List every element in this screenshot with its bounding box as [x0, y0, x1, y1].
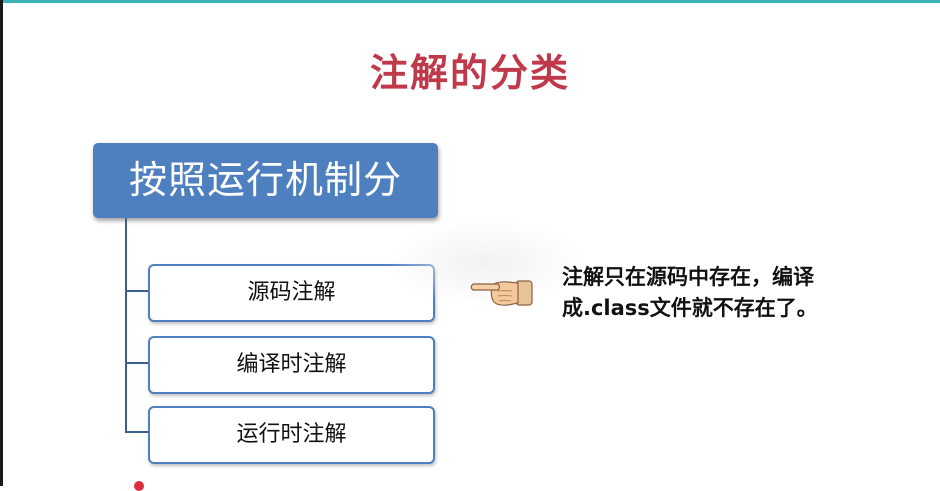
- root-node: 按照运行机制分: [93, 143, 438, 218]
- annotation-text: 注解只在源码中存在，编译成.class文件就不存在了。: [562, 265, 818, 320]
- child-node-compile: 编译时注解: [148, 336, 435, 394]
- pointing-hand-icon: [470, 280, 533, 306]
- top-border: [0, 0, 940, 3]
- slide-title: 注解的分类: [369, 51, 570, 95]
- tree-connector-vertical: [125, 218, 127, 432]
- tree-connector-branch-1: [125, 290, 148, 292]
- child-node-label: 编译时注解: [236, 352, 347, 377]
- child-node-label: 运行时注解: [236, 422, 347, 447]
- child-node-label: 源码注解: [247, 280, 336, 305]
- child-node-runtime: 运行时注解: [148, 406, 435, 464]
- tree-connector-branch-3: [125, 431, 148, 433]
- root-node-label: 按照运行机制分: [128, 158, 402, 202]
- bullet-marker: [134, 481, 144, 491]
- tree-connector-branch-2: [125, 362, 148, 364]
